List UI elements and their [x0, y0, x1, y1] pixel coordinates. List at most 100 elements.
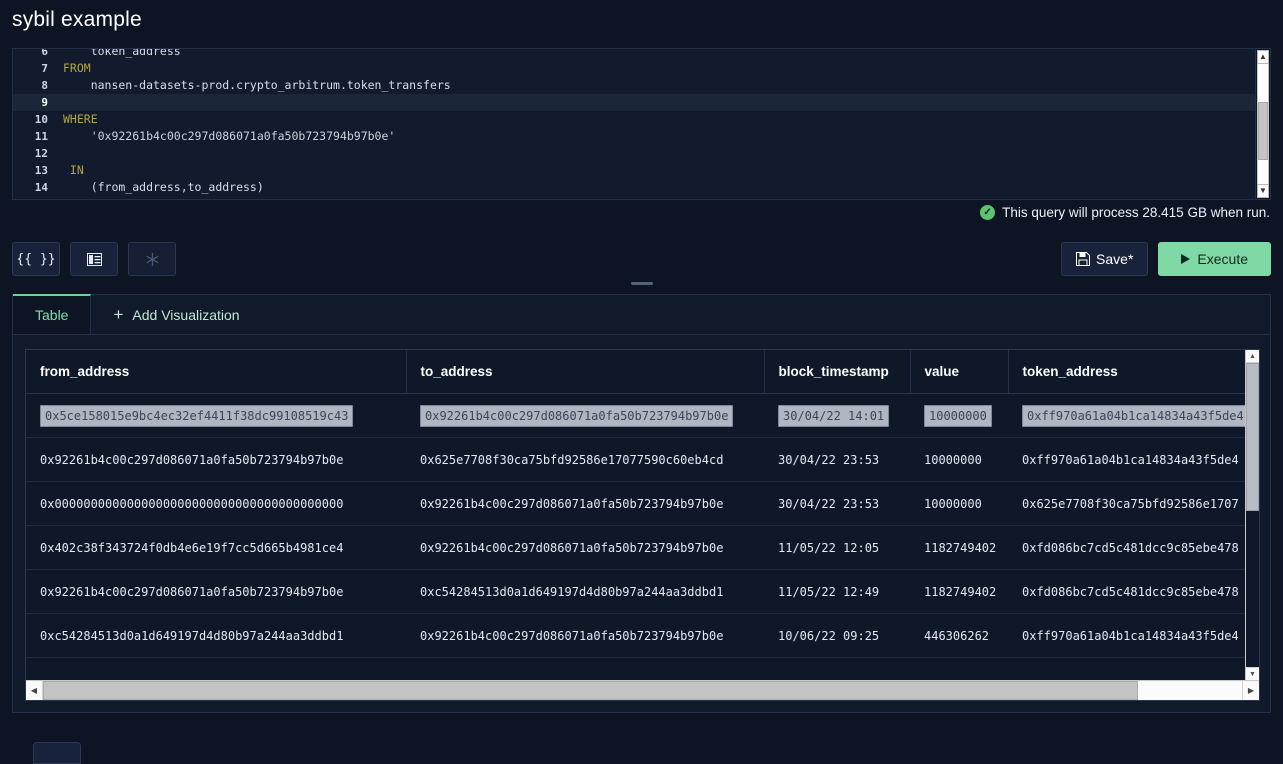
cell-value: 0x625e7708f30ca75bfd92586e1707 [1022, 496, 1239, 511]
table-cell-to_address[interactable]: 0x92261b4c00c297d086071a0fa50b723794b97b… [406, 393, 764, 438]
panel-resize-handle[interactable] [630, 282, 653, 285]
code-line[interactable]: 8 nansen-datasets-prod.crypto_arbitrum.t… [13, 77, 1255, 94]
line-number: 14 [34, 181, 48, 194]
code-line[interactable]: 13 IN [13, 162, 1255, 179]
cell-value: 0xff970a61a04b1ca14834a43f5de4 [1022, 452, 1239, 467]
plus-icon: + [113, 305, 124, 324]
grid-scroll-up-arrow-icon[interactable]: ▲ [1246, 350, 1259, 363]
grid-vscroll-track[interactable] [1246, 363, 1259, 667]
table-cell-block_timestamp[interactable]: 30/04/22 14:01 [764, 393, 910, 438]
line-number: 12 [34, 147, 48, 160]
grid-hscroll-thumb[interactable] [43, 681, 1138, 700]
grid-vertical-scrollbar[interactable]: ▲ ▼ [1245, 350, 1259, 680]
tab-add-visualization[interactable]: + Add Visualization [91, 295, 261, 334]
cell-value: 0x92261b4c00c297d086071a0fa50b723794b97b… [40, 452, 344, 467]
scroll-down-arrow-icon[interactable]: ▼ [1257, 184, 1269, 198]
results-grid-scroll[interactable]: from_address to_address block_timestamp val… [26, 350, 1259, 680]
scroll-up-arrow-icon[interactable]: ▲ [1257, 50, 1269, 64]
save-button[interactable]: Save* [1061, 242, 1149, 276]
table-cell-token_address[interactable]: 0xff970a61a04b1ca14834a43f5de4 [1008, 393, 1259, 438]
grid-hscroll-track[interactable] [43, 681, 1242, 700]
table-row[interactable]: 0x92261b4c00c297d086071a0fa50b723794b97b… [26, 569, 1259, 614]
grid-horizontal-scrollbar[interactable]: ◀ ▶ [26, 680, 1259, 700]
table-cell-from_address[interactable]: 0x00000000000000000000000000000000000000… [26, 481, 406, 526]
table-cell-from_address[interactable]: 0x402c38f343724f0db4e6e19f7cc5d665b4981c… [26, 525, 406, 570]
table-cell-token_address[interactable]: 0x625e7708f30ca75bfd92586e1707 [1008, 481, 1259, 526]
table-cell-token_address[interactable]: 0xfd086bc7cd5c481dcc9c85ebe478 [1008, 525, 1259, 570]
column-header-value[interactable]: value [910, 350, 1009, 394]
table-cell-to_address[interactable]: 0x92261b4c00c297d086071a0fa50b723794b97b… [406, 481, 764, 526]
code-line[interactable]: 15 [13, 196, 1255, 199]
table-cell-block_timestamp[interactable]: 30/04/22 23:53 [764, 437, 910, 482]
table-row[interactable]: 0x5ce158015e9bc4ec32ef4411f38dc99108519c… [26, 393, 1259, 438]
table-cell-from_address[interactable]: 0x92261b4c00c297d086071a0fa50b723794b97b… [26, 569, 406, 614]
grid-scroll-right-arrow-icon[interactable]: ▶ [1242, 681, 1259, 700]
table-cell-value[interactable]: 1182749402 [910, 525, 1008, 570]
code-line[interactable]: 7 FROM [13, 60, 1255, 77]
table-cell-value[interactable]: 10000000 [910, 393, 1008, 438]
code-line[interactable]: 12 [13, 145, 1255, 162]
table-cell-to_address[interactable]: 0x92261b4c00c297d086071a0fa50b723794b97b… [406, 613, 764, 658]
grid-scroll-down-arrow-icon[interactable]: ▼ [1246, 667, 1259, 680]
query-variables-button[interactable]: {{ }} [12, 242, 60, 276]
table-cell-token_address[interactable]: 0xff970a61a04b1ca14834a43f5de4 [1008, 613, 1259, 658]
results-tabs: Table + Add Visualization [13, 294, 1270, 335]
sql-code-area[interactable]: 6 token_address 7 FROM 8 nansen-datasets-pr… [13, 49, 1255, 199]
cell-value: 30/04/22 14:01 [778, 404, 890, 427]
line-number: 6 [41, 49, 48, 58]
table-cell-to_address[interactable]: 0x92261b4c00c297d086071a0fa50b723794b97b… [406, 525, 764, 570]
table-cell-token_address[interactable]: 0xff970a61a04b1ca14834a43f5de4 [1008, 437, 1259, 482]
code-line[interactable]: 11 '0x92261b4c00c297d086071a0fa50b723794… [13, 128, 1255, 145]
table-cell-to_address[interactable]: 0xc54284513d0a1d649197d4d80b97a244aa3ddb… [406, 569, 764, 614]
code-text: FROM [63, 61, 91, 75]
editor-scroll-thumb[interactable] [1258, 102, 1268, 160]
table-cell-from_address[interactable]: 0x5ce158015e9bc4ec32ef4411f38dc99108519c… [26, 393, 406, 438]
column-header-block_timestamp[interactable]: block_timestamp [764, 350, 911, 394]
table-cell-value[interactable]: 10000000 [910, 481, 1008, 526]
table-cell-block_timestamp[interactable]: 11/05/22 12:49 [764, 569, 910, 614]
table-cell-token_address[interactable]: 0xfd086bc7cd5c481dcc9c85ebe478 [1008, 569, 1259, 614]
column-header-token_address[interactable]: token_address [1008, 350, 1259, 394]
execute-label: Execute [1197, 251, 1248, 267]
table-row[interactable]: 0x92261b4c00c297d086071a0fa50b723794b97b… [26, 437, 1259, 482]
table-cell-value[interactable]: 446306262 [910, 613, 1008, 658]
sql-editor[interactable]: 6 token_address 7 FROM 8 nansen-datasets-pr… [12, 48, 1271, 200]
editor-vertical-scrollbar[interactable]: ▲ ▼ [1255, 49, 1270, 199]
results-grid: from_address to_address block_timestamp val… [25, 349, 1260, 701]
cell-value: 0x92261b4c00c297d086071a0fa50b723794b97b… [40, 584, 344, 599]
table-cell-from_address[interactable]: 0x92261b4c00c297d086071a0fa50b723794b97b… [26, 437, 406, 482]
table-cell-value[interactable]: 1182749402 [910, 569, 1008, 614]
cell-value: 30/04/22 23:53 [778, 452, 880, 467]
table-cell-to_address[interactable]: 0x625e7708f30ca75bfd92586e17077590c60eb4… [406, 437, 764, 482]
table-row[interactable]: 0x00000000000000000000000000000000000000… [26, 481, 1259, 526]
table-row[interactable]: 0x402c38f343724f0db4e6e19f7cc5d665b4981c… [26, 525, 1259, 570]
cell-value: 0x92261b4c00c297d086071a0fa50b723794b97b… [420, 404, 734, 427]
table-cell-block_timestamp[interactable]: 11/05/22 12:05 [764, 525, 910, 570]
table-cell-block_timestamp[interactable]: 30/04/22 23:53 [764, 481, 910, 526]
cell-value: 30/04/22 23:53 [778, 496, 880, 511]
tab-label: Add Visualization [132, 306, 240, 323]
column-header-to_address[interactable]: to_address [406, 350, 765, 394]
code-line[interactable]: 6 token_address [13, 49, 1255, 60]
execute-button[interactable]: Execute [1158, 242, 1271, 276]
cell-value: 0xfd086bc7cd5c481dcc9c85ebe478 [1022, 540, 1239, 555]
snowflake-button[interactable] [128, 242, 176, 276]
format-sql-button[interactable] [70, 242, 118, 276]
table-cell-block_timestamp[interactable]: 10/06/22 09:25 [764, 613, 910, 658]
floppy-disk-icon [1076, 252, 1091, 266]
code-line[interactable]: 9 [13, 94, 1255, 111]
table-cell-from_address[interactable]: 0xc54284513d0a1d649197d4d80b97a244aa3ddb… [26, 613, 406, 658]
editor-scroll-track[interactable] [1257, 64, 1269, 184]
table-row[interactable]: 0xc54284513d0a1d649197d4d80b97a244aa3ddb… [26, 613, 1259, 658]
grid-vscroll-thumb[interactable] [1246, 363, 1259, 511]
table-cell-value[interactable]: 10000000 [910, 437, 1008, 482]
results-panel: Table + Add Visualization from_address to_a… [12, 294, 1271, 713]
grid-scroll-left-arrow-icon[interactable]: ◀ [26, 681, 43, 700]
tab-table[interactable]: Table [13, 294, 92, 334]
code-line[interactable]: 14 (from_address,to_address) [13, 179, 1255, 196]
code-line[interactable]: 10 WHERE [13, 111, 1255, 128]
column-header-from_address[interactable]: from_address [26, 350, 407, 394]
bottom-panel-stub[interactable] [33, 742, 81, 764]
